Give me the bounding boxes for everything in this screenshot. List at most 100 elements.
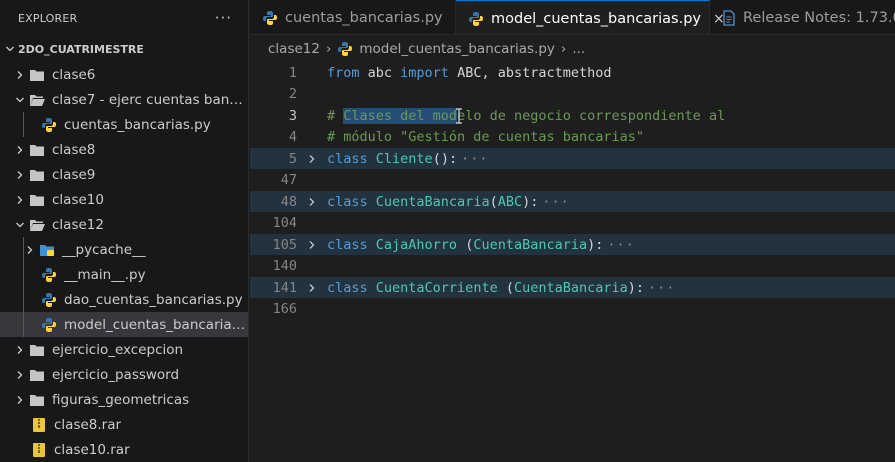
more-actions-button[interactable]: ··· <box>215 9 232 27</box>
fold-toggle-icon[interactable] <box>297 283 327 293</box>
code-line: 3 # Clases del modelo de negocio corresp… <box>250 105 895 126</box>
tree-item-clase8[interactable]: clase8 <box>0 137 248 162</box>
folded-ellipsis[interactable]: ··· <box>542 194 569 210</box>
folded-ellipsis[interactable]: ··· <box>648 280 675 296</box>
python-file-icon <box>40 267 58 283</box>
tree-item-ejercicio-password[interactable]: ejercicio_password <box>0 362 248 387</box>
tree-item-figuras-geometricas[interactable]: figuras_geometricas <box>0 387 248 412</box>
line-number: 4 <box>288 128 297 145</box>
tree-item-label: model_cuentas_bancarias.... <box>64 316 248 333</box>
chevron-down-icon <box>12 92 28 108</box>
tree-item-label: ejercicio_excepcion <box>52 341 184 358</box>
tab-model-cuentas-bancarias[interactable]: model_cuentas_bancarias.py × <box>456 0 725 34</box>
line-number: 47 <box>280 171 297 188</box>
chevron-right-icon <box>12 392 28 408</box>
folder-icon <box>28 392 46 408</box>
fold-toggle-icon[interactable] <box>297 154 327 164</box>
breadcrumb-file[interactable]: model_cuentas_bancarias.py <box>359 41 555 57</box>
code-line: 48 class CuentaBancaria(ABC): ··· <box>250 191 895 212</box>
tree-item-ejercicio-excepcion[interactable]: ejercicio_excepcion <box>0 337 248 362</box>
tree-item-label: clase9 <box>52 166 96 183</box>
code-line: 104 <box>250 212 895 233</box>
code-line: 166 <box>250 298 895 319</box>
archive-file-icon <box>30 442 48 458</box>
code-editor[interactable]: 1 from abc import ABC, abstractmethod 2 … <box>250 62 895 462</box>
tree-item-label: ejercicio_password <box>52 366 180 383</box>
code-line: 47 <box>250 169 895 190</box>
tree-item-label: clase10.rar <box>54 441 130 458</box>
tree-item-label: clase8 <box>52 141 96 158</box>
tab-cuentas-bancarias[interactable]: cuentas_bancarias.py <box>250 0 456 34</box>
line-number: 166 <box>272 300 297 317</box>
folded-ellipsis[interactable]: ··· <box>607 237 634 253</box>
line-number: 141 <box>272 279 297 296</box>
document-icon <box>722 9 736 26</box>
indent-guide <box>23 237 24 262</box>
indent-guide <box>23 312 24 337</box>
python-file-icon <box>40 317 58 333</box>
python-file-icon <box>40 292 58 308</box>
fold-toggle-icon[interactable] <box>297 240 327 250</box>
tree-item-clase10-rar[interactable]: clase10.rar <box>0 437 248 462</box>
line-number: 2 <box>288 85 297 102</box>
tree-item-cuentas-bancarias-py[interactable]: cuentas_bancarias.py <box>0 112 248 137</box>
tab-label: model_cuentas_bancarias.py <box>491 10 702 27</box>
tree-item-clase10[interactable]: clase10 <box>0 187 248 212</box>
code-line: 1 from abc import ABC, abstractmethod <box>250 62 895 83</box>
code-line: 105 class CajaAhorro (CuentaBancaria): ··… <box>250 234 895 255</box>
python-file-icon <box>40 117 58 133</box>
line-number: 104 <box>272 214 297 231</box>
code-line: 2 <box>250 83 895 104</box>
folder-icon <box>28 342 46 358</box>
code-line: 5 class Cliente(): ··· <box>250 148 895 169</box>
folded-ellipsis[interactable]: ··· <box>461 151 488 167</box>
chevron-right-icon <box>12 367 28 383</box>
tree-item-clase9[interactable]: clase9 <box>0 162 248 187</box>
tree-item-label: figuras_geometricas <box>52 391 190 408</box>
code-line: 140 <box>250 255 895 276</box>
tree-item-dao-py[interactable]: dao_cuentas_bancarias.py <box>0 287 248 312</box>
tree-item-clase6[interactable]: clase6 <box>0 62 248 87</box>
tree-item-label: clase10 <box>52 191 104 208</box>
workspace-root-label: 2DO_CUATRIMESTRE <box>18 42 144 56</box>
editor-tabs: cuentas_bancarias.py model_cuentas_banca… <box>250 0 895 35</box>
chevron-right-icon <box>22 242 38 258</box>
tab-release-notes[interactable]: Release Notes: 1.73.0 <box>710 0 895 34</box>
indent-guide <box>23 262 24 287</box>
workspace-root[interactable]: 2DO_CUATRIMESTRE <box>0 36 248 62</box>
breadcrumb-separator: › <box>560 41 567 57</box>
tree-item-clase8-rar[interactable]: clase8.rar <box>0 412 248 437</box>
folder-open-icon <box>28 217 46 233</box>
tree-item-label: clase7 - ejerc cuentas banc... <box>52 91 248 108</box>
tree-item-clase12[interactable]: clase12 <box>0 212 248 237</box>
line-number: 48 <box>280 193 297 210</box>
explorer-sidebar: EXPLORER ··· 2DO_CUATRIMESTRE clase6 cla… <box>0 0 249 462</box>
archive-file-icon <box>30 417 48 433</box>
tree-item-clase7[interactable]: clase7 - ejerc cuentas banc... <box>0 87 248 112</box>
indent-guide <box>23 112 24 137</box>
tree-item-label: clase12 <box>52 216 104 233</box>
fold-toggle-icon[interactable] <box>297 197 327 207</box>
chevron-right-icon <box>12 142 28 158</box>
explorer-header: EXPLORER ··· <box>0 0 248 36</box>
explorer-title: EXPLORER <box>18 11 78 25</box>
tree-item-pycache[interactable]: __pycache__ <box>0 237 248 262</box>
text-selection: Clases del mod <box>343 107 458 124</box>
tab-label: cuentas_bancarias.py <box>285 9 443 26</box>
breadcrumb-folder[interactable]: clase12 <box>268 41 320 57</box>
line-number: 3 <box>288 107 297 124</box>
tree-item-label: __pycache__ <box>62 241 146 258</box>
folder-icon <box>28 167 46 183</box>
code-line: 4 # módulo "Gestión de cuentas bancarias… <box>250 126 895 147</box>
breadcrumb-symbols[interactable]: ... <box>572 41 585 57</box>
chevron-right-icon <box>12 342 28 358</box>
folder-icon <box>28 142 46 158</box>
folder-icon <box>28 192 46 208</box>
code-line: 141 class CuentaCorriente (CuentaBancari… <box>250 277 895 298</box>
folder-icon <box>28 367 46 383</box>
tree-item-main-py[interactable]: __main__.py <box>0 262 248 287</box>
tree-item-model-py[interactable]: model_cuentas_bancarias.... <box>0 312 248 337</box>
folder-icon <box>28 67 46 83</box>
tree-item-label: clase6 <box>52 66 96 83</box>
tree-item-label: cuentas_bancarias.py <box>64 116 211 133</box>
